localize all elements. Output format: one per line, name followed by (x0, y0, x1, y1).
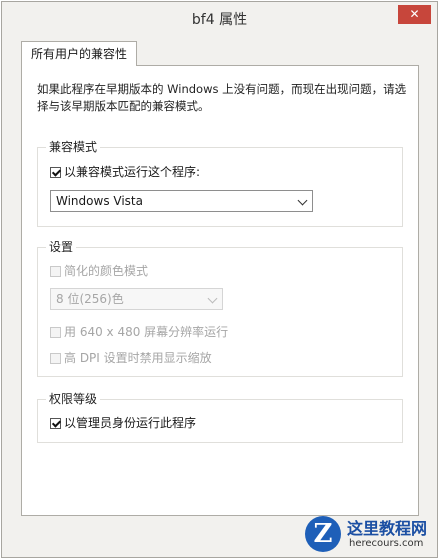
reduced-color-label: 简化的颜色模式 (64, 264, 149, 278)
watermark-url: herecours.com (349, 538, 424, 549)
color-depth-value: 8 位(256)色 (56, 292, 124, 306)
run-as-admin-row[interactable]: 以管理员身份运行此程序 (50, 415, 196, 431)
watermark-title: 这里教程网 (347, 519, 428, 538)
watermark: Z 这里教程网 herecours.com (287, 512, 435, 556)
reduced-color-checkbox[interactable] (50, 266, 61, 277)
dpi-label: 高 DPI 设置时禁用显示缩放 (64, 351, 212, 365)
color-depth-select[interactable]: 8 位(256)色 (50, 288, 223, 310)
tab-all-users-compatibility[interactable]: 所有用户的兼容性 (21, 41, 137, 66)
watermark-logo-letter: Z (313, 519, 333, 549)
properties-window: bf4 属性 ✕ 所有用户的兼容性 如果此程序在早期版本的 Windows 上没… (1, 1, 438, 558)
settings-label: 设置 (46, 238, 77, 255)
compat-mode-checkbox-row[interactable]: 以兼容模式运行这个程序: (50, 164, 200, 180)
settings-group: 设置 简化的颜色模式 8 位(256)色 用 640 x 480 屏幕分辨率运行… (37, 238, 403, 377)
compat-mode-checkbox-label: 以兼容模式运行这个程序: (64, 165, 201, 179)
window-title: bf4 属性 (191, 12, 248, 28)
dpi-checkbox[interactable] (50, 353, 61, 364)
close-button[interactable]: ✕ (398, 5, 431, 24)
title-bar[interactable]: bf4 属性 ✕ (2, 2, 437, 34)
privilege-label: 权限等级 (46, 390, 101, 407)
run-as-admin-label: 以管理员身份运行此程序 (64, 416, 197, 430)
watermark-logo: Z (305, 516, 341, 552)
intro-text: 如果此程序在早期版本的 Windows 上没有问题，而现在出现问题，请选择与该早… (37, 82, 407, 113)
compat-mode-group: 兼容模式 以兼容模式运行这个程序: Windows Vista (37, 138, 403, 227)
resolution-row[interactable]: 用 640 x 480 屏幕分辨率运行 (50, 324, 228, 340)
dpi-row[interactable]: 高 DPI 设置时禁用显示缩放 (50, 350, 212, 366)
reduced-color-row[interactable]: 简化的颜色模式 (50, 263, 148, 279)
run-as-admin-checkbox[interactable] (50, 418, 61, 429)
chevron-down-icon (207, 293, 218, 304)
tab-panel: 如果此程序在早期版本的 Windows 上没有问题，而现在出现问题，请选择与该早… (21, 65, 419, 516)
resolution-checkbox[interactable] (50, 327, 61, 338)
privilege-group: 权限等级 以管理员身份运行此程序 (37, 390, 403, 443)
close-icon: ✕ (409, 7, 420, 21)
compat-os-select[interactable]: Windows Vista (50, 190, 313, 212)
compat-mode-checkbox[interactable] (50, 167, 61, 178)
resolution-label: 用 640 x 480 屏幕分辨率运行 (64, 325, 229, 339)
compat-mode-label: 兼容模式 (46, 138, 101, 155)
compat-os-value: Windows Vista (56, 194, 143, 208)
chevron-down-icon (297, 195, 308, 206)
